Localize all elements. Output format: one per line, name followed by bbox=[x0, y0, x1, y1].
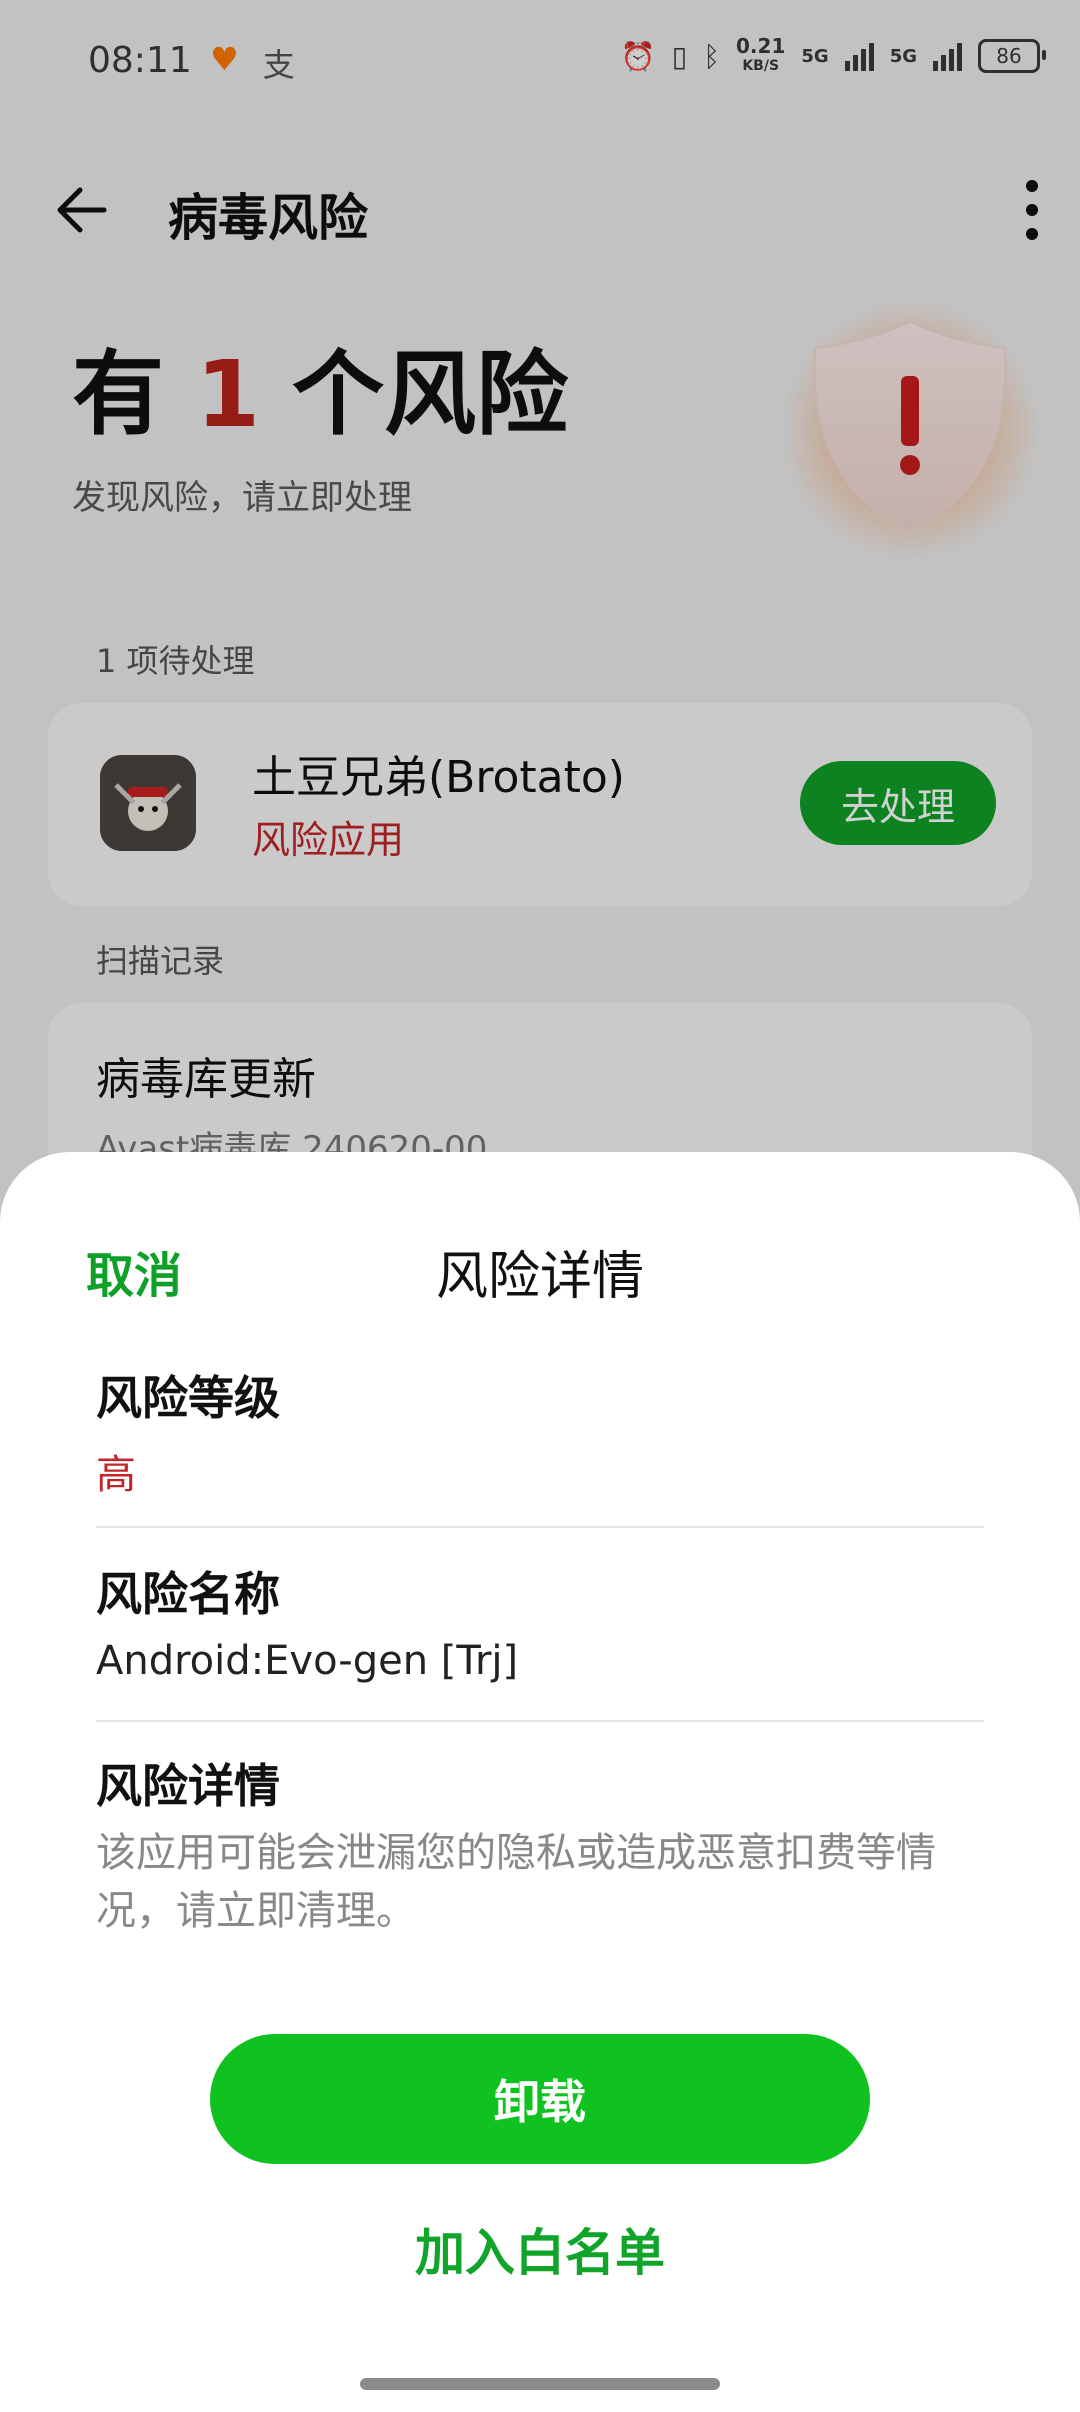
risk-detail-field: 风险详情 该应用可能会泄漏您的隐私或造成恶意扣费等情况，请立即清理。 bbox=[96, 1750, 984, 1940]
divider bbox=[96, 1526, 984, 1528]
risk-level-field: 风险等级 高 bbox=[96, 1362, 984, 1500]
risk-level-label: 风险等级 bbox=[96, 1371, 280, 1425]
risk-detail-label: 风险详情 bbox=[96, 1759, 280, 1813]
risk-level-value: 高 bbox=[96, 1452, 136, 1498]
uninstall-button[interactable]: 卸载 bbox=[210, 2034, 870, 2164]
risk-detail-value: 该应用可能会泄漏您的隐私或造成恶意扣费等情况，请立即清理。 bbox=[96, 1830, 936, 1934]
sheet-title: 风险详情 bbox=[435, 1247, 644, 1307]
add-to-whitelist-button[interactable]: 加入白名单 bbox=[0, 2212, 1080, 2286]
risk-name-field: 风险名称 Android:Evo-gen [Trj] bbox=[96, 1558, 984, 1684]
risk-name-value: Android:Evo-gen [Trj] bbox=[96, 1638, 519, 1684]
home-indicator[interactable] bbox=[360, 2378, 720, 2390]
risk-name-label: 风险名称 bbox=[96, 1567, 280, 1621]
divider bbox=[96, 1720, 984, 1722]
